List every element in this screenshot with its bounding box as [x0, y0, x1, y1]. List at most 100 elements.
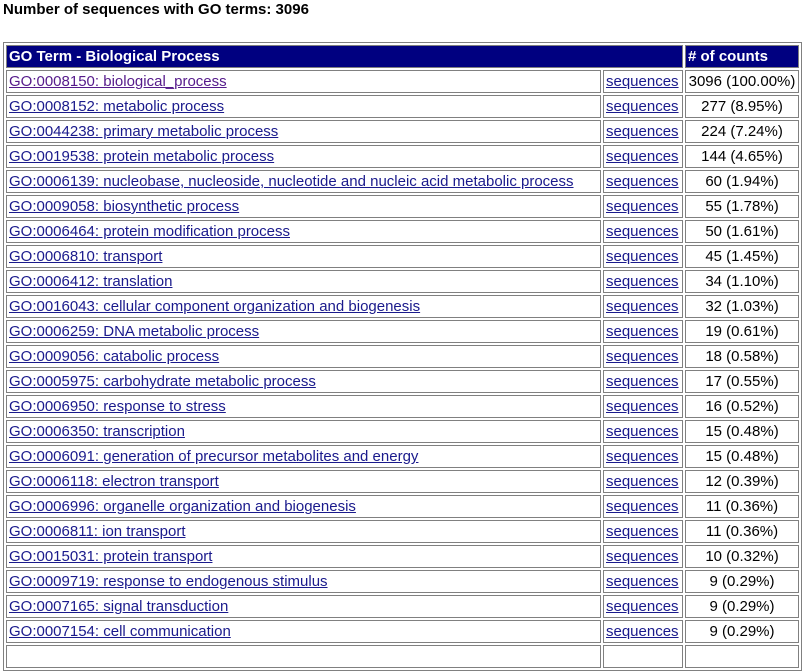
sequences-cell: sequences: [603, 370, 683, 393]
go-term-link[interactable]: GO:0006259: DNA metabolic process: [9, 323, 259, 340]
sequences-link[interactable]: sequences: [606, 398, 679, 415]
table-row: GO:0006996: organelle organization and b…: [6, 495, 799, 518]
go-term-link[interactable]: GO:0008152: metabolic process: [9, 98, 224, 115]
table-row: GO:0008152: metabolic process sequences 27…: [6, 95, 799, 118]
go-term-link[interactable]: GO:0008150: biological_process: [9, 73, 227, 90]
go-term-link[interactable]: GO:0005975: carbohydrate metabolic proce…: [9, 373, 316, 390]
sequences-link[interactable]: sequences: [606, 98, 679, 115]
go-term-cell: GO:0006118: electron transport: [6, 470, 601, 493]
table-row: GO:0044238: primary metabolic process seq…: [6, 120, 799, 143]
sequences-link[interactable]: sequences: [606, 598, 679, 615]
table-row: GO:0009058: biosynthetic process sequence…: [6, 195, 799, 218]
sequences-cell: sequences: [603, 595, 683, 618]
sequences-cell: sequences: [603, 620, 683, 643]
count-cell: 224 (7.24%): [685, 120, 799, 143]
sequences-link[interactable]: sequences: [606, 573, 679, 590]
table-row: GO:0006118: electron transport sequences 1…: [6, 470, 799, 493]
sequences-cell: sequences: [603, 320, 683, 343]
sequences-cell: sequences: [603, 295, 683, 318]
go-term-link[interactable]: GO:0016043: cellular component organizat…: [9, 298, 420, 315]
count-cell: 19 (0.61%): [685, 320, 799, 343]
sequences-link[interactable]: sequences: [606, 523, 679, 540]
count-cell: 9 (0.29%): [685, 620, 799, 643]
go-term-cell: GO:0006091: generation of precursor meta…: [6, 445, 601, 468]
table-row: GO:0006950: response to stress sequences 1…: [6, 395, 799, 418]
go-term-link[interactable]: GO:0006811: ion transport: [9, 523, 186, 540]
go-term-link[interactable]: GO:0006350: transcription: [9, 423, 185, 440]
go-term-link[interactable]: GO:0007154: cell communication: [9, 623, 231, 640]
table-row: GO:0016043: cellular component organizat…: [6, 295, 799, 318]
sequences-cell: sequences: [603, 495, 683, 518]
sequences-cell: [603, 645, 683, 668]
table-row: GO:0009719: response to endogenous stimu…: [6, 570, 799, 593]
table-row: GO:0008150: biological_process sequences 3…: [6, 70, 799, 93]
sequences-link[interactable]: sequences: [606, 223, 679, 240]
sequences-cell: sequences: [603, 95, 683, 118]
go-term-cell: [6, 645, 601, 668]
sequences-link[interactable]: sequences: [606, 448, 679, 465]
sequences-link[interactable]: sequences: [606, 473, 679, 490]
sequences-cell: sequences: [603, 445, 683, 468]
sequences-link[interactable]: sequences: [606, 323, 679, 340]
table-row: GO:0019538: protein metabolic process seq…: [6, 145, 799, 168]
count-cell: 55 (1.78%): [685, 195, 799, 218]
sequences-link[interactable]: sequences: [606, 423, 679, 440]
sequences-link[interactable]: sequences: [606, 148, 679, 165]
go-term-link[interactable]: GO:0006139: nucleobase, nucleoside, nucl…: [9, 173, 574, 190]
count-cell: 18 (0.58%): [685, 345, 799, 368]
sequences-cell: sequences: [603, 195, 683, 218]
go-term-link[interactable]: GO:0009056: catabolic process: [9, 348, 219, 365]
sequences-link[interactable]: sequences: [606, 348, 679, 365]
sequences-link[interactable]: sequences: [606, 498, 679, 515]
table-row: GO:0007154: cell communication sequences 9…: [6, 620, 799, 643]
sequences-cell: sequences: [603, 220, 683, 243]
go-term-cell: GO:0006811: ion transport: [6, 520, 601, 543]
go-term-cell: GO:0006996: organelle organization and b…: [6, 495, 601, 518]
go-term-cell: GO:0016043: cellular component organizat…: [6, 295, 601, 318]
go-term-link[interactable]: GO:0019538: protein metabolic process: [9, 148, 274, 165]
go-term-link[interactable]: GO:0006996: organelle organization and b…: [9, 498, 356, 515]
sequences-link[interactable]: sequences: [606, 548, 679, 565]
count-cell: 277 (8.95%): [685, 95, 799, 118]
sequences-link[interactable]: sequences: [606, 298, 679, 315]
sequences-link[interactable]: sequences: [606, 623, 679, 640]
sequences-cell: sequences: [603, 545, 683, 568]
sequences-link[interactable]: sequences: [606, 198, 679, 215]
table-row: GO:0006091: generation of precursor meta…: [6, 445, 799, 468]
sequences-cell: sequences: [603, 420, 683, 443]
go-term-link[interactable]: GO:0044238: primary metabolic process: [9, 123, 278, 140]
sequences-link[interactable]: sequences: [606, 248, 679, 265]
count-cell: 50 (1.61%): [685, 220, 799, 243]
count-cell: 11 (0.36%): [685, 495, 799, 518]
go-term-link[interactable]: GO:0006810: transport: [9, 248, 162, 265]
sequences-link[interactable]: sequences: [606, 123, 679, 140]
sequences-cell: sequences: [603, 520, 683, 543]
go-term-link[interactable]: GO:0009058: biosynthetic process: [9, 198, 239, 215]
sequences-cell: sequences: [603, 145, 683, 168]
sequences-link[interactable]: sequences: [606, 73, 679, 90]
go-term-link[interactable]: GO:0007165: signal transduction: [9, 598, 228, 615]
sequences-link[interactable]: sequences: [606, 173, 679, 190]
go-term-link[interactable]: GO:0006091: generation of precursor meta…: [9, 448, 418, 465]
go-term-cell: GO:0009719: response to endogenous stimu…: [6, 570, 601, 593]
go-term-cell: GO:0006810: transport: [6, 245, 601, 268]
go-term-link[interactable]: GO:0006950: response to stress: [9, 398, 226, 415]
count-cell: 3096 (100.00%): [685, 70, 799, 93]
go-term-link[interactable]: GO:0006412: translation: [9, 273, 172, 290]
count-cell: 11 (0.36%): [685, 520, 799, 543]
count-cell: 60 (1.94%): [685, 170, 799, 193]
sequences-cell: sequences: [603, 70, 683, 93]
count-cell: 9 (0.29%): [685, 570, 799, 593]
go-term-link[interactable]: GO:0006464: protein modification process: [9, 223, 290, 240]
sequences-link[interactable]: sequences: [606, 373, 679, 390]
sequences-link[interactable]: sequences: [606, 273, 679, 290]
go-term-link[interactable]: GO:0006118: electron transport: [9, 473, 219, 490]
table-row: GO:0006464: protein modification process…: [6, 220, 799, 243]
table-row: GO:0015031: protein transport sequences 10…: [6, 545, 799, 568]
table-row: GO:0007165: signal transduction sequences…: [6, 595, 799, 618]
go-term-link[interactable]: GO:0009719: response to endogenous stimu…: [9, 573, 328, 590]
page-title: Number of sequences with GO terms: 3096: [3, 1, 309, 18]
go-term-cell: GO:0005975: carbohydrate metabolic proce…: [6, 370, 601, 393]
sequences-cell: sequences: [603, 570, 683, 593]
go-term-link[interactable]: GO:0015031: protein transport: [9, 548, 212, 565]
